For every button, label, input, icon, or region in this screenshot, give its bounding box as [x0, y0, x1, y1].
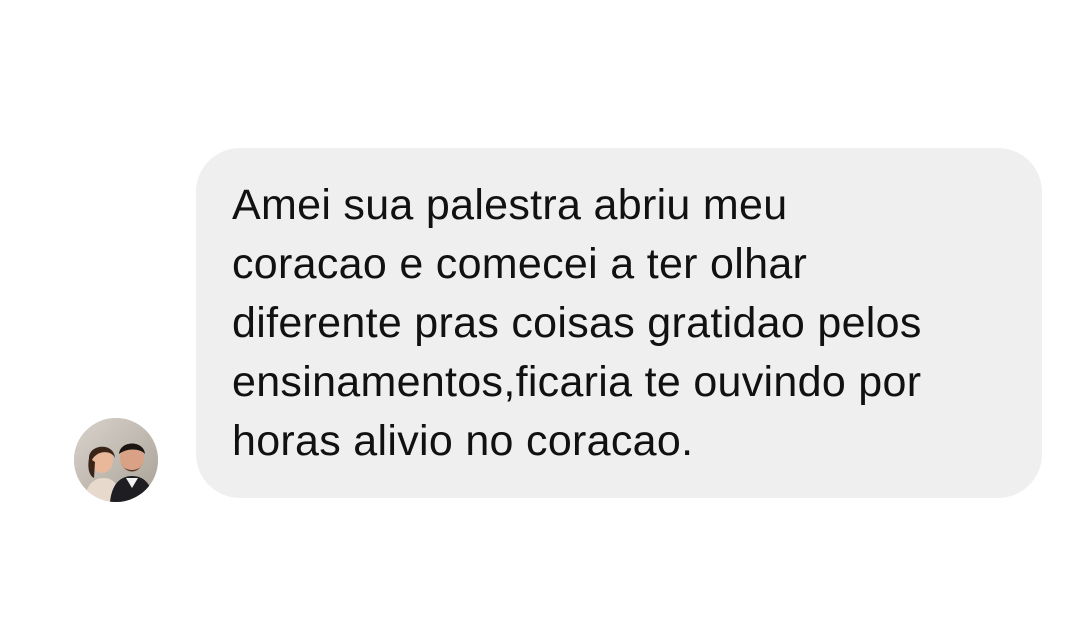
message-row-incoming: Amei sua palestra abriu meu coracao e co… [74, 148, 1044, 504]
sender-avatar[interactable] [74, 418, 158, 502]
profile-photo-icon [74, 418, 158, 502]
chat-thread: Amei sua palestra abriu meu coracao e co… [0, 0, 1070, 624]
message-bubble[interactable]: Amei sua palestra abriu meu coracao e co… [196, 148, 1042, 498]
message-text: Amei sua palestra abriu meu coracao e co… [232, 181, 922, 465]
